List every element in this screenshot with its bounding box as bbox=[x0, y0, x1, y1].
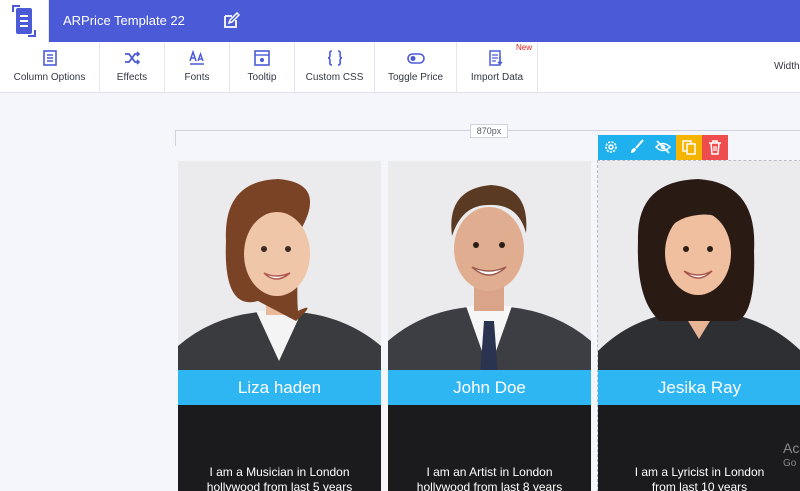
custom-css-button[interactable]: Custom CSS bbox=[295, 42, 375, 92]
gear-icon bbox=[605, 141, 617, 153]
width-label: Width bbox=[774, 61, 800, 72]
import-data-button[interactable]: Import Data New bbox=[457, 42, 538, 92]
pencil-square-icon bbox=[224, 11, 241, 28]
description-line-2: hollywood from last 8 years bbox=[416, 480, 563, 491]
toggle-price-label: Toggle Price bbox=[387, 72, 444, 83]
editor-toolbar: Column Options Effects Fonts Tooltip Cus… bbox=[0, 42, 800, 93]
pricing-column-3[interactable]: Jesika Ray I am a Lyricist in London fro… bbox=[597, 160, 800, 491]
column-options-button[interactable]: Column Options bbox=[0, 42, 100, 92]
description-line-1: I am an Artist in London bbox=[426, 465, 553, 479]
curly-braces-icon bbox=[327, 50, 342, 66]
arprice-logo[interactable] bbox=[0, 0, 49, 42]
app-header: ARPrice Template 22 bbox=[0, 0, 800, 42]
tooltip-window-icon bbox=[254, 50, 270, 66]
column-settings-button[interactable] bbox=[598, 135, 624, 160]
card-description-area: I am an Artist in London hollywood from … bbox=[388, 405, 591, 491]
card-description-area: I am a Lyricist in London from last 10 y… bbox=[598, 405, 800, 491]
tooltip-button[interactable]: Tooltip bbox=[230, 42, 295, 92]
copy-icon bbox=[682, 140, 696, 155]
new-badge: New bbox=[516, 43, 533, 52]
activation-watermark-sub: Go bbox=[783, 458, 797, 469]
column-list-icon bbox=[42, 50, 57, 66]
font-icon bbox=[189, 49, 204, 65]
page-title: ARPrice Template 22 bbox=[63, 13, 185, 28]
import-data-icon bbox=[489, 50, 503, 66]
eye-slash-icon bbox=[655, 140, 671, 154]
column-duplicate-button[interactable] bbox=[676, 135, 702, 160]
member-name: Jesika Ray bbox=[598, 370, 800, 405]
arprice-logo-icon bbox=[12, 5, 36, 37]
tooltip-label: Tooltip bbox=[247, 72, 277, 83]
member-description: I am a Musician in London hollywood from… bbox=[178, 465, 381, 491]
column-options-label: Column Options bbox=[13, 72, 86, 83]
column-delete-button[interactable] bbox=[702, 135, 728, 160]
toggle-price-button[interactable]: Toggle Price bbox=[375, 42, 457, 92]
column-hide-button[interactable] bbox=[650, 135, 676, 160]
member-name: Liza haden bbox=[178, 370, 381, 405]
toggle-icon bbox=[406, 53, 425, 64]
column-style-button[interactable] bbox=[624, 135, 650, 160]
description-line-2: from last 10 years bbox=[651, 480, 748, 491]
pricing-column-1[interactable]: Liza haden I am a Musician in London hol… bbox=[178, 161, 381, 491]
description-line-2: hollywood from last 5 years bbox=[206, 480, 353, 491]
ruler-width-label: 870px bbox=[470, 124, 508, 138]
card-description-area: I am a Musician in London hollywood from… bbox=[178, 405, 381, 491]
shuffle-icon bbox=[125, 51, 141, 65]
member-description: I am an Artist in London hollywood from … bbox=[388, 465, 591, 491]
custom-css-label: Custom CSS bbox=[305, 72, 364, 83]
edit-title-button[interactable] bbox=[222, 11, 241, 30]
effects-button[interactable]: Effects bbox=[100, 42, 165, 92]
trash-icon bbox=[709, 140, 721, 155]
brush-icon bbox=[631, 139, 644, 153]
ruler-tick bbox=[175, 130, 176, 146]
description-line-1: I am a Musician in London bbox=[209, 465, 350, 479]
member-description: I am a Lyricist in London from last 10 y… bbox=[598, 465, 800, 491]
column-actions bbox=[598, 135, 728, 160]
fonts-label: Fonts bbox=[184, 72, 210, 83]
effects-label: Effects bbox=[116, 72, 148, 83]
fonts-button[interactable]: Fonts bbox=[165, 42, 230, 92]
member-name: John Doe bbox=[388, 370, 591, 405]
description-line-1: I am a Lyricist in London bbox=[634, 465, 765, 479]
pricing-column-2[interactable]: John Doe I am an Artist in London hollyw… bbox=[388, 161, 591, 491]
activation-watermark: Ac bbox=[783, 440, 800, 456]
import-data-label: Import Data bbox=[470, 72, 524, 83]
